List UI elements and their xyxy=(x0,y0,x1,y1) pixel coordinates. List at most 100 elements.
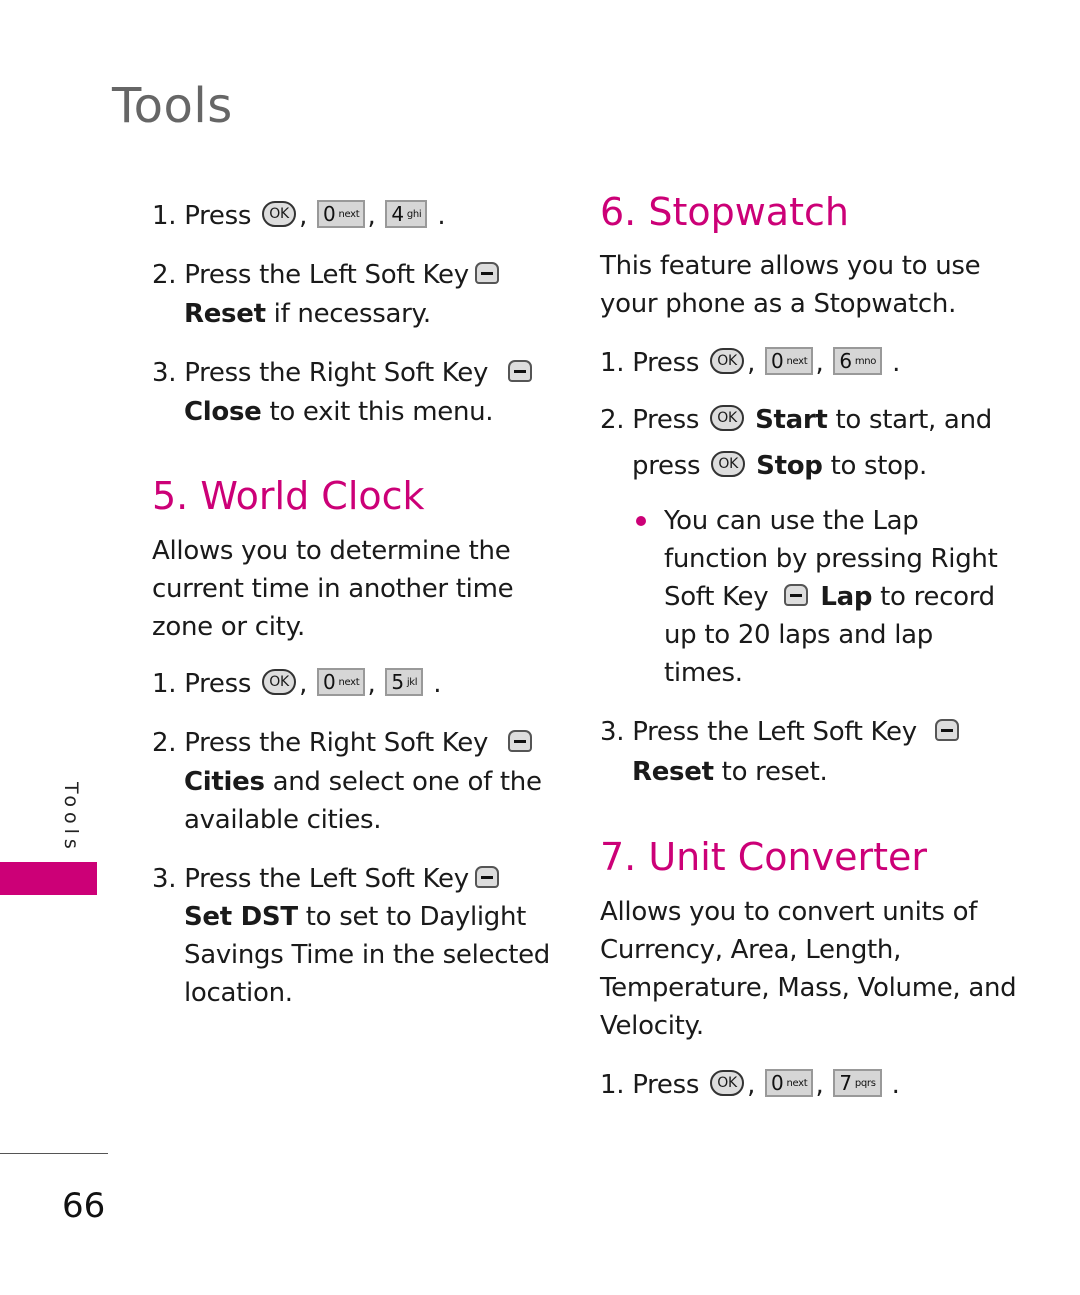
right-soft-key-icon xyxy=(508,729,533,752)
key-digit: 0 xyxy=(323,201,336,226)
key-letters: pqrs xyxy=(854,1078,876,1089)
step-text: Press xyxy=(632,348,700,378)
stopwatch-step-1: 1. Press OK, 0 next, 6 mno . xyxy=(600,344,900,382)
unit-converter-step-1: 1. Press OK, 0 next, 7 pqrs . xyxy=(600,1066,900,1104)
key-letters: mno xyxy=(854,356,877,367)
heading-world-clock: 5. World Clock xyxy=(152,474,425,518)
stopwatch-step-3: 3. Press the Left Soft Key xyxy=(600,713,965,751)
key-letters: ghi xyxy=(406,209,422,220)
menu-option: Stop xyxy=(756,451,823,481)
comma: , xyxy=(815,1070,824,1100)
step-text: Press the Right Soft Key xyxy=(184,728,489,758)
step-text: Press xyxy=(632,405,700,435)
key-digit: 0 xyxy=(771,348,784,373)
step-text: and select one of the xyxy=(272,767,542,797)
world-clock-step-1: 1. Press OK, 0 next, 5 jkl . xyxy=(152,665,442,703)
page-title: Tools xyxy=(112,78,233,134)
menu-option: Start xyxy=(755,405,828,435)
left-soft-key-icon xyxy=(474,261,499,284)
key-digit: 4 xyxy=(391,201,404,226)
comma: , xyxy=(367,201,376,231)
key-5-icon: 5 jkl xyxy=(385,667,424,696)
intro-step-2-cont: Reset if necessary. xyxy=(184,295,431,333)
step-number: 2. xyxy=(152,728,177,758)
menu-option: Reset xyxy=(632,757,714,787)
left-soft-key-icon xyxy=(474,865,499,888)
key-digit: 0 xyxy=(323,669,336,694)
note-text: to record xyxy=(880,582,995,612)
left-soft-key-icon xyxy=(934,718,959,741)
key-4-icon: 4 ghi xyxy=(385,199,428,228)
key-letters: next xyxy=(786,1078,808,1089)
period: . xyxy=(433,669,442,699)
step-text: to reset. xyxy=(721,757,828,787)
step-text: Press the Left Soft Key xyxy=(184,260,469,290)
heading-unit-converter: 7. Unit Converter xyxy=(600,835,928,879)
description-line: Temperature, Mass, Volume, and xyxy=(600,973,1017,1003)
page-number: 66 xyxy=(62,1186,106,1226)
menu-option: Cities xyxy=(184,767,265,797)
note-text: Soft Key xyxy=(664,582,769,612)
step-number: 1. xyxy=(152,669,177,699)
side-tab-marker xyxy=(0,862,97,895)
key-0-icon: 0 next xyxy=(317,667,366,696)
comma: , xyxy=(367,669,376,699)
menu-option: Lap xyxy=(820,582,873,612)
key-7-icon: 7 pqrs xyxy=(833,1068,882,1097)
note-line: function by pressing Right xyxy=(664,544,998,574)
description-line: Currency, Area, Length, xyxy=(600,935,902,965)
world-clock-step-3: 3. Press the Left Soft Key xyxy=(152,860,505,898)
step-number: 1. xyxy=(600,1070,625,1100)
description-line: This feature allows you to use xyxy=(600,251,981,281)
world-clock-step-3-line4: location. xyxy=(184,978,293,1008)
period: . xyxy=(892,348,901,378)
period: . xyxy=(437,201,446,231)
side-tab-label: Tools xyxy=(60,782,82,854)
description-line: zone or city. xyxy=(152,612,305,642)
description-line: Velocity. xyxy=(600,1011,704,1041)
key-digit: 0 xyxy=(771,1070,784,1095)
key-letters: next xyxy=(338,677,360,688)
stopwatch-lap-note: You can use the Lap function by pressing… xyxy=(636,502,1004,692)
step-text: press xyxy=(632,451,701,481)
step-text: to start, and xyxy=(835,405,992,435)
ok-key-icon: OK xyxy=(710,347,745,374)
ok-key-icon: OK xyxy=(262,200,297,227)
note-line: up to 20 laps and lap xyxy=(664,620,933,650)
description-line: your phone as a Stopwatch. xyxy=(600,289,957,319)
bullet-icon xyxy=(636,516,646,526)
key-6-icon: 6 mno xyxy=(833,346,883,375)
world-clock-step-2-cont: Cities and select one of the xyxy=(184,763,542,801)
step-text: Press the Right Soft Key xyxy=(184,358,489,388)
key-letters: next xyxy=(338,209,360,220)
key-0-icon: 0 next xyxy=(317,199,366,228)
right-soft-key-icon xyxy=(508,359,533,382)
stopwatch-step-2-cont: press OK Stop to stop. xyxy=(632,447,927,485)
description-line: Allows you to determine the xyxy=(152,536,511,566)
description-line: current time in another time xyxy=(152,574,514,604)
step-text: Press the Left Soft Key xyxy=(632,717,917,747)
ok-key-icon: OK xyxy=(262,668,297,695)
menu-option: Reset xyxy=(184,299,266,329)
comma: , xyxy=(747,348,756,378)
step-text: Press xyxy=(184,669,252,699)
step-number: 2. xyxy=(152,260,177,290)
step-number: 3. xyxy=(152,864,177,894)
step-text: Press xyxy=(184,201,252,231)
key-0-icon: 0 next xyxy=(765,346,814,375)
note-line: times. xyxy=(664,658,743,688)
stopwatch-step-2: 2. Press OK Start to start, and xyxy=(600,401,992,439)
note-line: Soft Key Lap to record xyxy=(664,578,1004,616)
intro-step-1: 1. Press OK, 0 next, 4 ghi . xyxy=(152,197,446,235)
ok-key-icon: OK xyxy=(710,1069,745,1096)
menu-option: Set DST xyxy=(184,902,298,932)
step-number: 3. xyxy=(152,358,177,388)
step-number: 1. xyxy=(600,348,625,378)
note-line: You can use the Lap xyxy=(664,506,919,536)
intro-step-2: 2. Press the Left Soft Key xyxy=(152,256,505,294)
ok-key-icon: OK xyxy=(711,450,746,477)
key-letters: next xyxy=(786,356,808,367)
comma: , xyxy=(815,348,824,378)
key-digit: 6 xyxy=(839,348,852,373)
footer-divider xyxy=(0,1153,108,1154)
